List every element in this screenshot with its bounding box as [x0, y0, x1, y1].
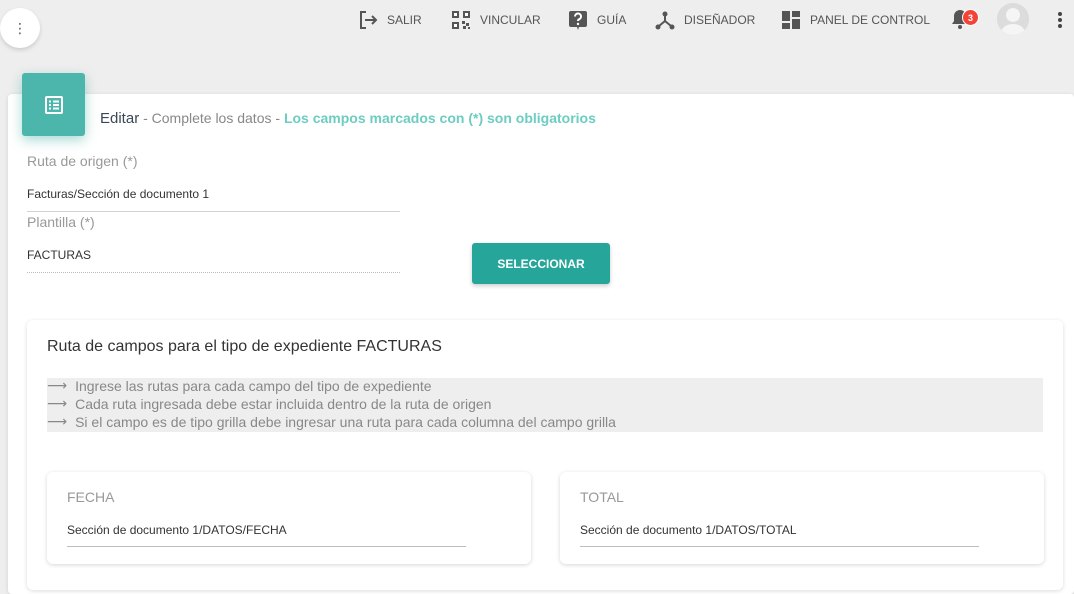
- plantilla-label: Plantilla (*): [27, 214, 95, 230]
- nav-vincular-label: VINCULAR: [480, 13, 541, 27]
- card-subtitle: Complete los datos: [151, 110, 272, 126]
- nav-vincular[interactable]: VINCULAR: [450, 8, 541, 32]
- card-header-icon: [22, 73, 85, 136]
- ruta-origen-input[interactable]: Facturas/Sección de documento 1: [27, 187, 209, 201]
- nav-panel-de-control[interactable]: PANEL DE CONTROL: [780, 8, 930, 32]
- hierarchy-icon: [654, 9, 676, 31]
- qr-code-icon: [450, 9, 472, 31]
- top-navbar: ⋮ SALIR VINCULAR GUÍA DISEÑADOR PANEL DE…: [0, 0, 1074, 48]
- more-vertical-icon: ⋮: [13, 19, 27, 36]
- select-template-button[interactable]: SELECCIONAR: [472, 243, 610, 284]
- plantilla-underline: [27, 272, 400, 273]
- hint-item: ⟶ Ingrese las rutas para cada campo del …: [47, 377, 432, 394]
- dashboard-icon: [780, 9, 802, 31]
- nav-guia-label: GUÍA: [597, 13, 627, 27]
- long-arrow-right-icon: ⟶: [47, 395, 68, 411]
- field-card-fecha: FECHA Sección de documento 1/DATOS/FECHA: [47, 472, 531, 564]
- ruta-origen-underline: [27, 211, 400, 212]
- hint-item: ⟶ Si el campo es de tipo grilla debe ing…: [47, 413, 616, 430]
- nav-guia[interactable]: GUÍA: [567, 8, 626, 32]
- more-vertical-icon: [1058, 12, 1062, 28]
- field-fecha-label: FECHA: [67, 489, 115, 505]
- hint-item: ⟶ Cada ruta ingresada debe estar incluid…: [47, 395, 492, 412]
- field-total-label: TOTAL: [580, 489, 624, 505]
- nav-salir-label: SALIR: [387, 13, 422, 27]
- card-title-main: Editar: [100, 110, 140, 127]
- sidebar-toggle-button[interactable]: ⋮: [0, 8, 40, 48]
- field-card-total: TOTAL Sección de documento 1/DATOS/TOTAL: [560, 472, 1044, 564]
- form-list-icon: [44, 95, 63, 114]
- nav-disenador-label: DISEÑADOR: [684, 13, 756, 27]
- long-arrow-right-icon: ⟶: [47, 377, 68, 393]
- paths-card-title: Ruta de campos para el tipo de expedient…: [47, 338, 442, 355]
- logout-icon: [357, 9, 379, 31]
- field-total-underline: [580, 546, 979, 547]
- nav-disenador[interactable]: DISEÑADOR: [654, 8, 755, 32]
- notifications-button[interactable]: 3: [950, 8, 979, 32]
- hints-box: ⟶ Ingrese las rutas para cada campo del …: [47, 377, 1043, 432]
- nav-panel-de-control-label: PANEL DE CONTROL: [810, 13, 931, 27]
- user-avatar[interactable]: [997, 3, 1029, 35]
- field-total-input[interactable]: Sección de documento 1/DATOS/TOTAL: [580, 523, 797, 537]
- more-options-button[interactable]: [1052, 8, 1068, 32]
- notification-count-badge: 3: [962, 9, 979, 26]
- field-fecha-underline: [67, 546, 466, 547]
- user-silhouette-icon: [997, 3, 1029, 35]
- required-fields-note: Los campos marcados con (*) son obligato…: [283, 110, 596, 126]
- plantilla-input: FACTURAS: [27, 248, 92, 262]
- ruta-origen-label: Ruta de origen (*): [27, 153, 138, 169]
- long-arrow-right-icon: ⟶: [47, 413, 68, 429]
- card-title: Editar - Complete los datos - Los campos…: [100, 110, 596, 127]
- nav-salir[interactable]: SALIR: [357, 8, 422, 32]
- help-icon: [567, 9, 589, 31]
- field-fecha-input[interactable]: Sección de documento 1/DATOS/FECHA: [67, 523, 287, 537]
